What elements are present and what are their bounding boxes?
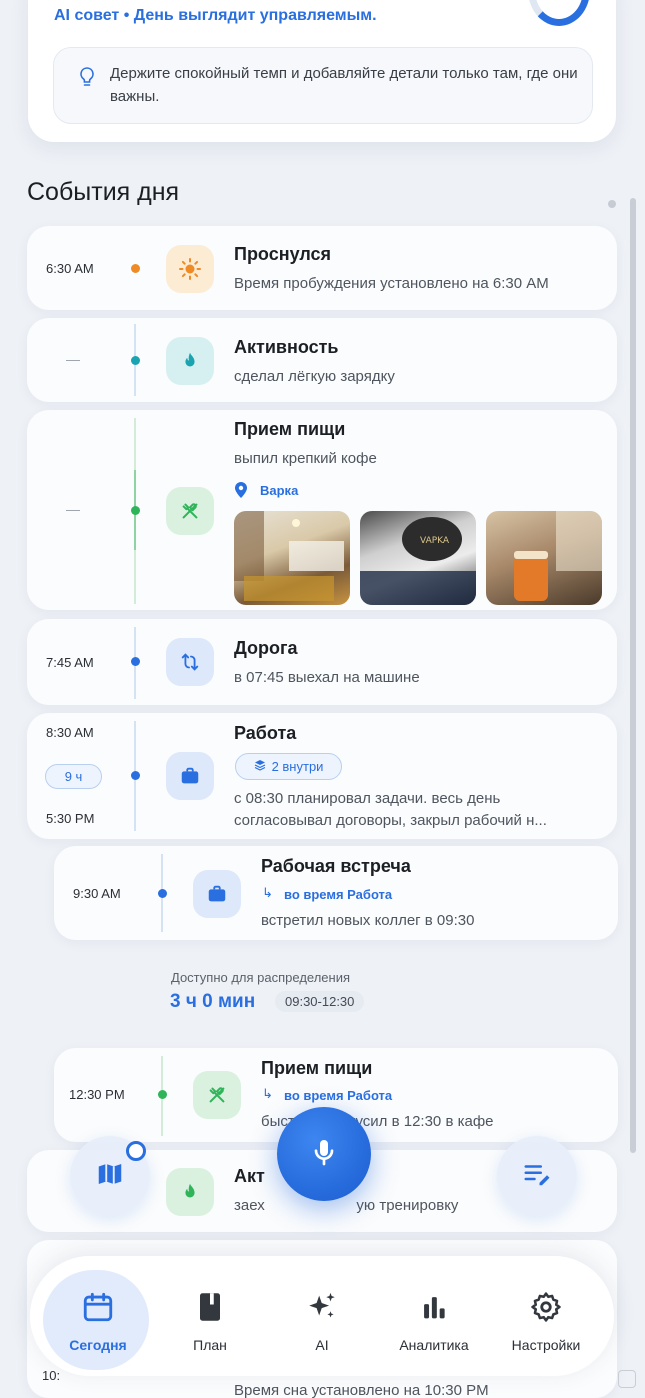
sub-arrow-icon: ↳ <box>262 885 273 900</box>
duration-pill: 9 ч <box>45 764 102 789</box>
gear-icon <box>529 1290 563 1329</box>
event-time: 12:30 PM <box>69 1087 125 1102</box>
timeline-dot <box>131 506 140 515</box>
event-time: 9:30 AM <box>73 886 121 901</box>
checkbox[interactable] <box>618 1370 636 1388</box>
event-time: — <box>66 351 80 367</box>
timeline-dot <box>131 356 140 365</box>
sun-icon <box>166 245 214 293</box>
timeline-dot <box>131 771 140 780</box>
parent-event-link[interactable]: во время Работа <box>284 1088 392 1103</box>
nav-item-analytics[interactable]: Аналитика <box>384 1290 484 1353</box>
event-subtitle: выпил крепкий кофе <box>234 450 377 467</box>
event-subtitle: заех ую тренировку <box>234 1197 459 1214</box>
sparkle-icon <box>305 1290 339 1329</box>
event-title: Работа <box>234 723 297 743</box>
edit-list-icon <box>522 1159 552 1194</box>
event-card-wake[interactable] <box>27 226 617 310</box>
event-time: 6:30 AM <box>46 261 94 276</box>
nested-count-badge[interactable]: 2 внутри <box>235 753 342 780</box>
nav-label: AI <box>315 1337 329 1353</box>
timeline-dot <box>158 1090 167 1099</box>
nav-label: Сегодня <box>69 1337 127 1353</box>
voice-record-button[interactable] <box>277 1107 371 1201</box>
calendar-icon <box>81 1290 115 1329</box>
map-icon <box>95 1159 125 1194</box>
photo-thumbnail[interactable] <box>486 511 602 605</box>
nav-items: Сегодня План AI Аналитика Настройки <box>30 1290 614 1353</box>
event-subtitle: встретил новых коллег в 09:30 <box>261 912 475 929</box>
event-subtitle: сделал лёгкую зарядку <box>234 368 395 385</box>
available-range: 09:30-12:30 <box>275 991 365 1012</box>
location-link[interactable]: Варка <box>260 483 298 498</box>
nav-item-plan[interactable]: План <box>160 1290 260 1353</box>
event-time: — <box>66 501 80 517</box>
nav-item-settings[interactable]: Настройки <box>496 1290 596 1353</box>
flame-icon <box>166 1168 214 1216</box>
ai-advice-line: AI совет • День выглядит управляемым. <box>54 7 377 24</box>
svg-text:VAPKA: VAPKA <box>420 536 450 546</box>
briefcase-icon <box>166 752 214 800</box>
event-subtitle: Время пробуждения установлено на 6:30 AM <box>234 275 549 292</box>
event-time-end: 5:30 PM <box>46 811 95 826</box>
nav-label: Настройки <box>511 1337 581 1353</box>
timeline-dot <box>131 264 140 273</box>
event-time-start: 8:30 AM <box>46 725 94 740</box>
bar-chart-icon <box>417 1290 451 1329</box>
event-card-activity[interactable] <box>27 318 617 402</box>
event-title: Прием пищи <box>234 419 346 439</box>
timeline-dot <box>131 657 140 666</box>
event-time: 10: <box>42 1368 61 1383</box>
parent-event-link[interactable]: во время Работа <box>284 887 392 902</box>
event-title: Проснулся <box>234 244 332 264</box>
available-label: Доступно для распределения <box>171 970 351 985</box>
event-title: Дорога <box>234 638 298 658</box>
available-duration[interactable]: 3 ч 0 мин <box>170 991 255 1013</box>
event-title: Рабочая встреча <box>261 856 411 876</box>
event-time: 7:45 AM <box>46 655 94 670</box>
scroll-indicator <box>608 200 616 208</box>
map-notification-dot <box>126 1141 146 1161</box>
section-title: События дня <box>27 178 180 206</box>
microphone-icon <box>308 1136 340 1173</box>
event-title: Прием пищи <box>261 1058 373 1078</box>
event-subtitle-line1: с 08:30 планировал задачи. весь день <box>234 790 501 807</box>
event-title: Активность <box>234 337 339 357</box>
nav-item-ai[interactable]: AI <box>272 1290 372 1353</box>
location-pin-icon <box>235 482 247 498</box>
event-subtitle: в 07:45 выехал на машине <box>234 669 420 686</box>
scrollbar[interactable] <box>630 198 636 1153</box>
nested-count-label: 2 внутри <box>271 759 324 774</box>
photo-thumbnail[interactable]: VAPKA <box>360 511 476 605</box>
tip-text: Держите спокойный темп и добавляйте дета… <box>110 65 578 105</box>
nav-item-today[interactable]: Сегодня <box>48 1290 148 1353</box>
event-subtitle: Время сна установлено на 10:30 PM <box>234 1382 489 1398</box>
flame-icon <box>166 337 214 385</box>
nav-label: Аналитика <box>399 1337 469 1353</box>
photo-thumbnail[interactable] <box>234 511 350 605</box>
route-icon <box>166 638 214 686</box>
event-title: Акт <box>234 1166 265 1186</box>
event-card-road[interactable] <box>27 619 617 705</box>
sub-arrow-icon: ↳ <box>262 1086 273 1101</box>
briefcase-icon <box>193 870 241 918</box>
book-icon <box>195 1290 225 1329</box>
utensils-icon <box>166 487 214 535</box>
nav-label: План <box>193 1337 227 1353</box>
event-subtitle-line2: согласовывал договоры, закрыл рабочий н.… <box>234 812 547 829</box>
layers-icon <box>254 759 266 774</box>
timeline-dot <box>158 889 167 898</box>
edit-notes-button[interactable] <box>497 1136 577 1216</box>
lightbulb-icon <box>78 66 96 88</box>
utensils-icon <box>193 1071 241 1119</box>
